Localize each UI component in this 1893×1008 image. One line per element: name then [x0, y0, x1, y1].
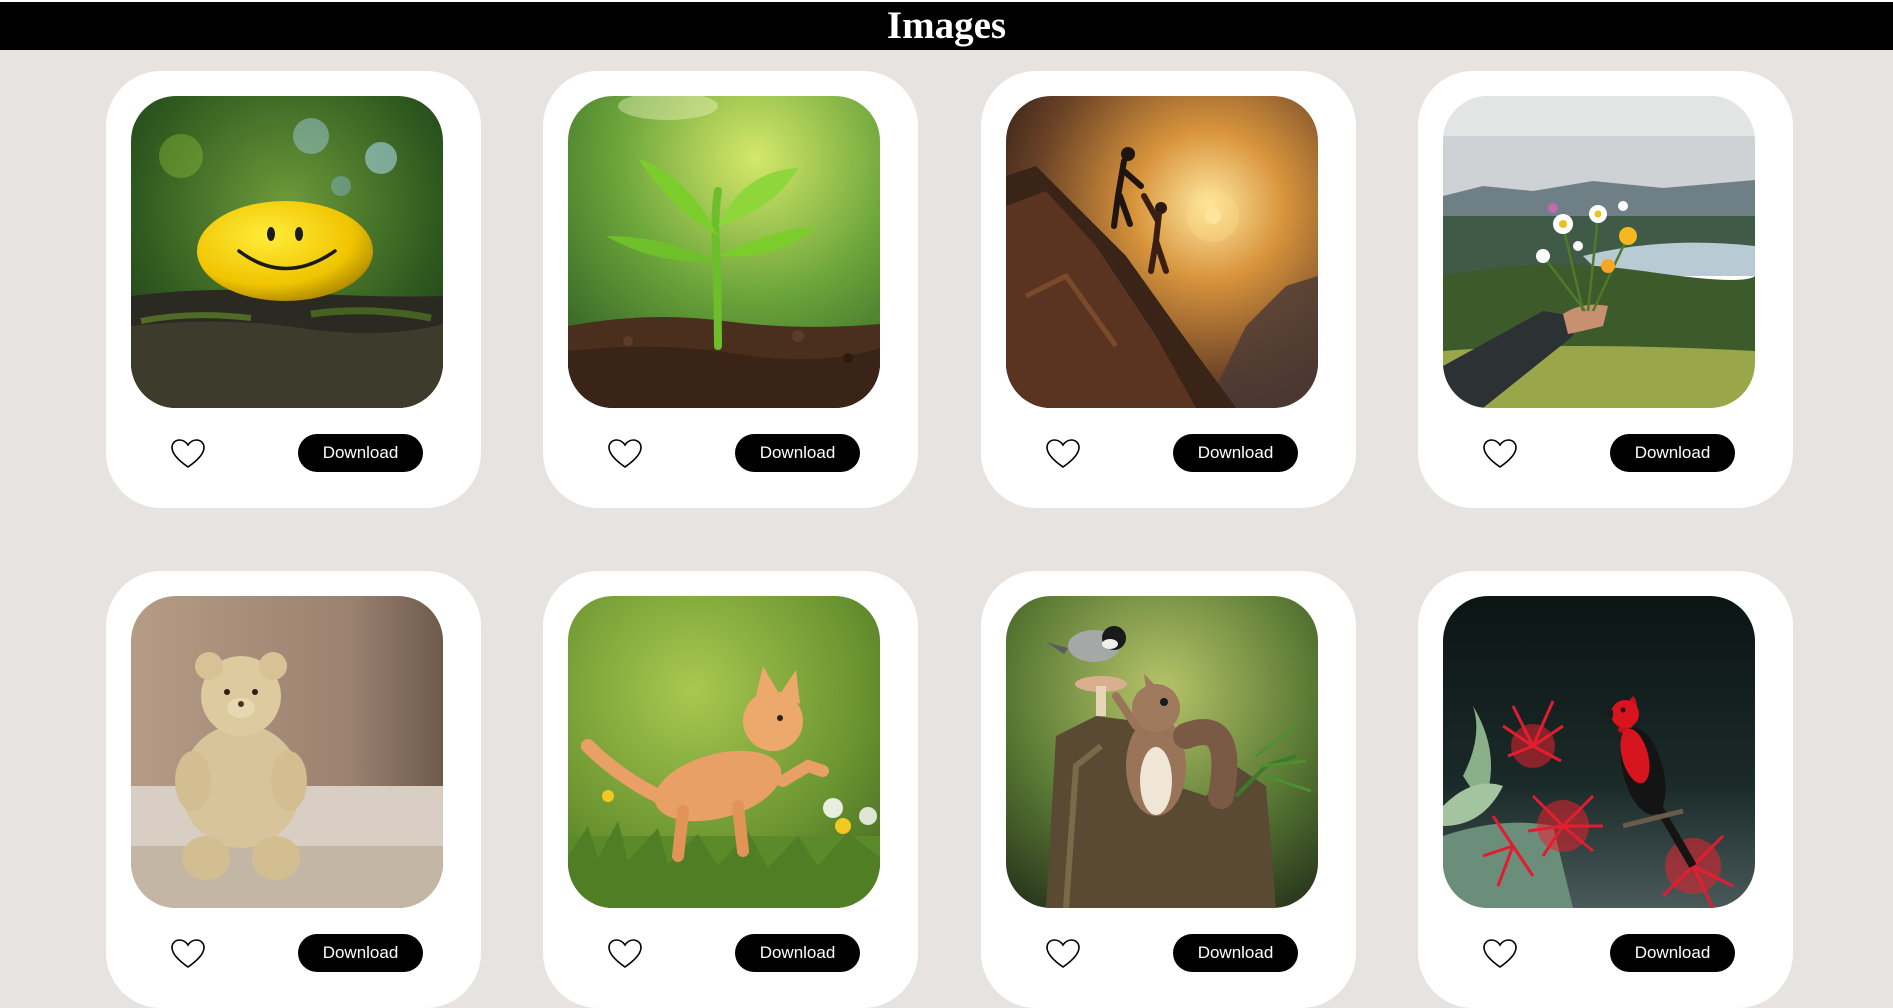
download-button[interactable]: Download: [1173, 434, 1298, 472]
like-button[interactable]: [607, 938, 643, 970]
image-card: Download: [106, 571, 481, 1008]
like-button[interactable]: [1045, 938, 1081, 970]
image-climbers: [1006, 96, 1318, 408]
image-card: Download: [543, 571, 918, 1008]
like-button[interactable]: [607, 438, 643, 470]
image-smiley-ball: [131, 96, 443, 408]
like-button[interactable]: [1045, 438, 1081, 470]
download-button[interactable]: Download: [298, 434, 423, 472]
image-card: Download: [1418, 71, 1793, 508]
image-red-bird: [1443, 596, 1755, 908]
heart-outline-icon: [608, 439, 642, 468]
image-card: Download: [106, 71, 481, 508]
heart-outline-icon: [1046, 939, 1080, 968]
image-card: Download: [543, 71, 918, 508]
like-button[interactable]: [1482, 938, 1518, 970]
heart-outline-icon: [171, 439, 205, 468]
download-button[interactable]: Download: [298, 934, 423, 972]
image-card: Download: [1418, 571, 1793, 1008]
heart-outline-icon: [1046, 439, 1080, 468]
image-card: Download: [981, 571, 1356, 1008]
image-seedling: [568, 96, 880, 408]
image-card: Download: [981, 71, 1356, 508]
like-button[interactable]: [170, 938, 206, 970]
image-teddy-bear: [131, 596, 443, 908]
download-button[interactable]: Download: [1610, 434, 1735, 472]
like-button[interactable]: [170, 438, 206, 470]
download-button[interactable]: Download: [1610, 934, 1735, 972]
heart-outline-icon: [608, 939, 642, 968]
heart-outline-icon: [1483, 439, 1517, 468]
image-squirrel-bird: [1006, 596, 1318, 908]
like-button[interactable]: [1482, 438, 1518, 470]
heart-outline-icon: [1483, 939, 1517, 968]
image-grid: Download Download Download Download Down…: [0, 0, 1893, 1008]
download-button[interactable]: Download: [735, 934, 860, 972]
download-button[interactable]: Download: [735, 434, 860, 472]
image-kitten: [568, 596, 880, 908]
image-wildflowers: [1443, 96, 1755, 408]
heart-outline-icon: [171, 939, 205, 968]
download-button[interactable]: Download: [1173, 934, 1298, 972]
